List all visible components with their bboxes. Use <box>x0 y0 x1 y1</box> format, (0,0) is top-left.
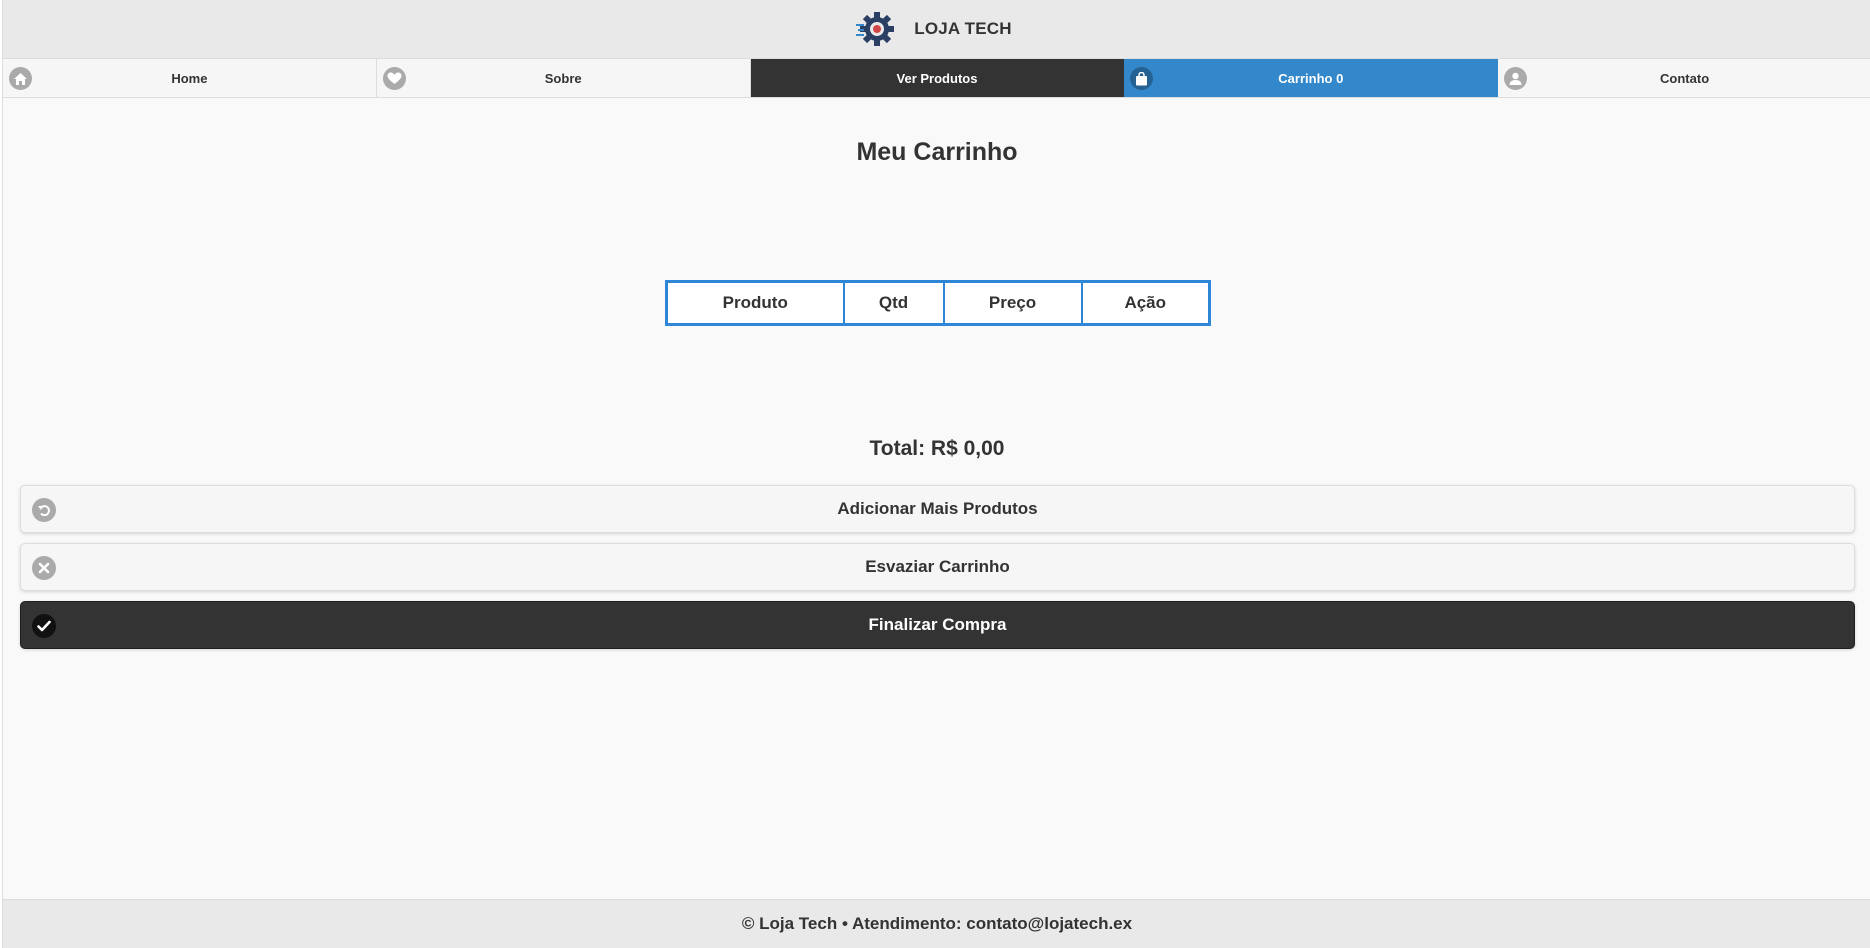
cart-table: Produto Qtd Preço Ação <box>665 280 1211 326</box>
table-header-row: Produto Qtd Preço Ação <box>665 280 1211 326</box>
heart-icon <box>382 67 406 90</box>
nav-item-sobre[interactable]: Sobre <box>376 59 751 97</box>
column-header-produto: Produto <box>665 280 845 326</box>
main-navbar: Home Sobre Ver Produtos Carrinho 0 Conta… <box>3 59 1870 98</box>
column-header-preco: Preço <box>942 280 1083 326</box>
nav-label: Ver Produtos <box>896 70 978 86</box>
app-frame: LOJA TECH Home Sobre Ver Produtos Carrin… <box>2 0 1870 948</box>
delete-icon <box>32 556 56 580</box>
button-label: Finalizar Compra <box>868 615 1007 634</box>
empty-cart-button[interactable]: Esvaziar Carrinho <box>20 543 1855 591</box>
page-title: Meu Carrinho <box>856 138 1018 166</box>
check-icon <box>32 614 56 638</box>
button-label: Adicionar Mais Produtos <box>837 499 1038 518</box>
brand-title: LOJA TECH <box>914 19 1012 38</box>
nav-item-contato[interactable]: Contato <box>1498 59 1870 97</box>
cart-total: Total: R$ 0,00 <box>869 437 1005 460</box>
header: LOJA TECH <box>3 0 1870 59</box>
nav-item-home[interactable]: Home <box>3 59 377 97</box>
back-arrow-icon <box>32 498 56 522</box>
shopping-bag-icon <box>1130 67 1154 90</box>
nav-label: Carrinho 0 <box>1278 70 1344 86</box>
checkout-button[interactable]: Finalizar Compra <box>20 601 1855 649</box>
nav-item-ver-produtos[interactable]: Ver Produtos <box>750 59 1125 97</box>
gear-logo-icon <box>856 12 895 46</box>
footer-text: © Loja Tech • Atendimento: contato@lojat… <box>741 914 1133 933</box>
column-header-acao: Ação <box>1080 280 1211 326</box>
add-more-products-button[interactable]: Adicionar Mais Produtos <box>20 485 1855 533</box>
nav-label: Sobre <box>544 70 582 86</box>
home-icon <box>9 67 32 90</box>
column-header-qtd: Qtd <box>842 280 945 326</box>
user-icon <box>1504 67 1528 90</box>
nav-label: Home <box>171 70 208 86</box>
footer: © Loja Tech • Atendimento: contato@lojat… <box>3 899 1870 948</box>
button-label: Esvaziar Carrinho <box>865 557 1010 576</box>
nav-item-carrinho[interactable]: Carrinho 0 <box>1124 59 1499 97</box>
nav-label: Contato <box>1660 70 1710 86</box>
